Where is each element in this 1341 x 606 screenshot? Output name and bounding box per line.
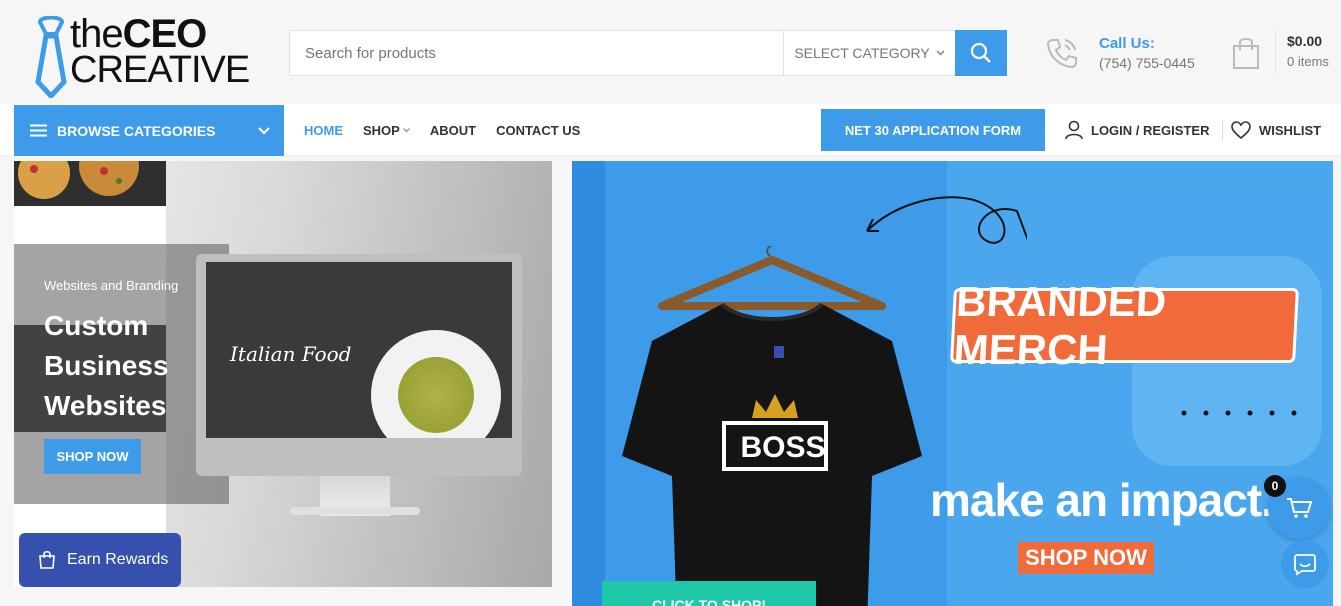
menu-item-shop[interactable]: SHOP <box>363 123 410 138</box>
menu-item-about[interactable]: ABOUT <box>430 123 476 138</box>
phone-number: (754) 755-0445 <box>1099 55 1195 71</box>
heart-icon <box>1231 121 1251 139</box>
banner-title: Custom Business Websites <box>44 310 169 421</box>
branded-merch-headline: BRANDED MERCH <box>950 278 1299 373</box>
category-select-label: SELECT CATEGORY <box>794 45 930 61</box>
monitor-base <box>290 507 420 515</box>
merch-shop-now-button[interactable]: SHOP NOW <box>1018 542 1154 574</box>
tshirt-image <box>622 246 922 606</box>
wishlist-link[interactable]: WISHLIST <box>1231 104 1321 156</box>
floating-cart-button[interactable]: 0 <box>1264 475 1330 539</box>
user-icon <box>1065 120 1083 140</box>
search-input[interactable] <box>290 31 783 75</box>
cart-icon <box>1287 498 1312 518</box>
banner-stripe <box>572 161 605 606</box>
menu-item-contact[interactable]: CONTACT US <box>496 123 580 138</box>
click-to-shop-button[interactable]: CLICK TO SHOP! <box>602 581 816 606</box>
monitor-screen: Italian Food <box>206 262 512 438</box>
search-bar: SELECT CATEGORY <box>289 30 1007 76</box>
cart-divider <box>1275 30 1276 74</box>
net30-application-button[interactable]: NET 30 APPLICATION FORM <box>821 109 1045 151</box>
pizza-image <box>14 161 166 206</box>
cart-count-badge: 0 <box>1264 475 1286 497</box>
browse-categories-label: BROWSE CATEGORIES <box>57 122 216 139</box>
nav-divider <box>1222 121 1223 141</box>
earn-rewards-button[interactable]: Earn Rewards <box>19 533 181 587</box>
logo[interactable]: theCEO CREATIVE <box>30 12 250 98</box>
tie-icon <box>35 16 67 98</box>
primary-menu: HOME SHOP ABOUT CONTACT US <box>304 104 600 156</box>
gift-bag-icon <box>39 550 55 569</box>
earn-rewards-label: Earn Rewards <box>67 551 169 568</box>
mock-site-title: Italian Food <box>230 342 352 366</box>
logo-line2: CREATIVE <box>70 49 250 91</box>
tagline: make an impact. <box>930 474 1274 526</box>
chevron-down-icon <box>402 127 410 132</box>
shop-now-button[interactable]: SHOP NOW <box>44 439 141 474</box>
browse-categories-button[interactable]: BROWSE CATEGORIES <box>14 105 284 156</box>
login-register-label: LOGIN / REGISTER <box>1091 122 1210 138</box>
cart-amount: $0.00 <box>1287 33 1323 49</box>
monitor-image: Italian Food <box>196 254 522 476</box>
chevron-down-icon <box>258 126 270 134</box>
call-label: Call Us: <box>1099 35 1155 52</box>
header-cart[interactable]: $0.00 0 items <box>1232 30 1337 76</box>
search-icon <box>970 42 991 63</box>
shirt-text: BOSS <box>740 431 826 464</box>
shopping-bag-icon <box>1233 38 1259 69</box>
call-us[interactable]: Call Us: (754) 755-0445 <box>1045 34 1215 74</box>
search-button[interactable] <box>955 30 1007 76</box>
chat-icon <box>1294 554 1316 576</box>
wishlist-label: WISHLIST <box>1259 122 1322 138</box>
pasta-image <box>398 357 474 433</box>
site-header: theCEO CREATIVE SELECT CATEGORY Call Us:… <box>0 0 1341 104</box>
banner-branded-merch[interactable]: BOSS BRANDED MERCH make an impact. SHOP … <box>572 161 1333 606</box>
chevron-down-icon <box>936 50 945 56</box>
banner-subtitle: Websites and Branding <box>44 278 179 293</box>
dots-decoration <box>1181 410 1297 416</box>
menu-item-home[interactable]: HOME <box>304 123 343 138</box>
category-select[interactable]: SELECT CATEGORY <box>783 31 955 75</box>
login-register-link[interactable]: LOGIN / REGISTER <box>1065 104 1209 156</box>
banner-custom-websites[interactable]: Websites and Branding Custom Business We… <box>14 161 552 587</box>
hamburger-icon <box>30 124 47 137</box>
main-nav: BROWSE CATEGORIES HOME SHOP ABOUT CONTAC… <box>0 104 1341 156</box>
cart-items-count: 0 items <box>1287 54 1329 69</box>
chat-button[interactable] <box>1281 540 1329 588</box>
phone-icon <box>1046 39 1077 69</box>
